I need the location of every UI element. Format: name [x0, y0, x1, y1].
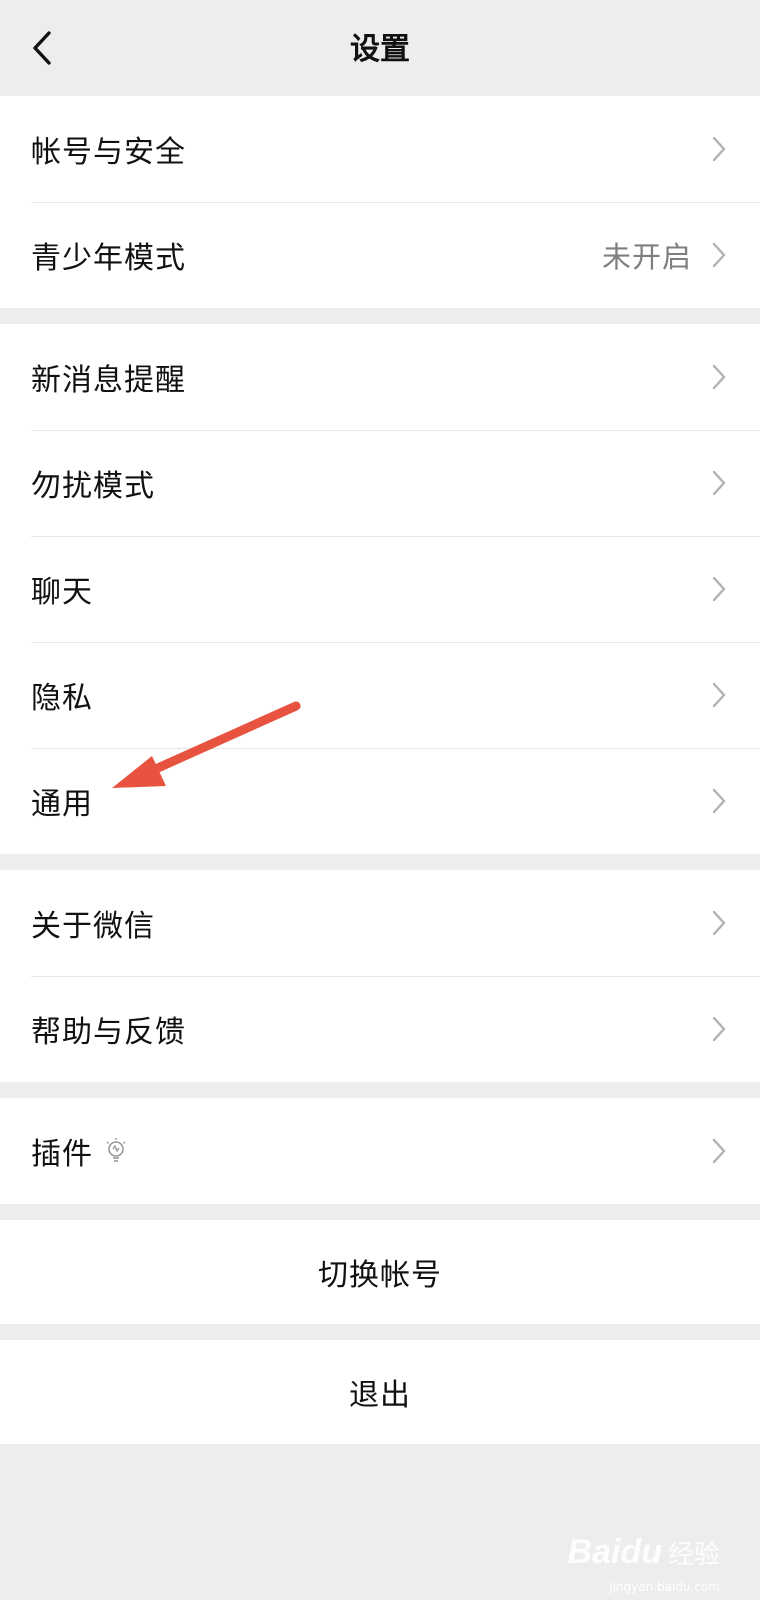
setting-item-value: 未开启	[601, 240, 692, 274]
setting-item-label: 聊天	[31, 575, 93, 610]
setting-item-account-security[interactable]: 帐号与安全	[0, 96, 760, 202]
setting-item-about-wechat[interactable]: 关于微信	[0, 870, 760, 976]
page-title: 设置	[350, 32, 410, 67]
setting-item-label: 关于微信	[31, 909, 155, 944]
chevron-right-icon	[712, 240, 730, 270]
watermark-brand: Baidu	[567, 1533, 662, 1571]
setting-item-notifications[interactable]: 新消息提醒	[0, 324, 760, 430]
watermark-url: jingyan.baidu.com	[609, 1580, 720, 1594]
chevron-right-icon	[712, 468, 730, 498]
annotation-arrow-icon	[112, 701, 301, 788]
baidu-watermark: Baidu 经验	[568, 1533, 720, 1572]
setting-item-label: 帐号与安全	[31, 135, 186, 170]
settings-group-about: 关于微信 帮助与反馈	[0, 870, 760, 1082]
chevron-right-icon	[712, 1136, 730, 1166]
switch-account-button[interactable]: 切换帐号	[0, 1220, 760, 1324]
setting-item-label: 帮助与反馈	[31, 1015, 186, 1050]
settings-group-plugins: 插件	[0, 1098, 760, 1204]
chevron-right-icon	[712, 786, 730, 816]
setting-item-label: 新消息提醒	[31, 363, 186, 398]
logout-button[interactable]: 退出	[0, 1340, 760, 1444]
switch-account-label: 切换帐号	[318, 1258, 442, 1293]
setting-item-teen-mode[interactable]: 青少年模式 未开启	[0, 202, 760, 308]
setting-item-plugins[interactable]: 插件	[0, 1098, 760, 1204]
chevron-right-icon	[712, 574, 730, 604]
setting-item-label: 隐私	[31, 681, 93, 716]
setting-item-do-not-disturb[interactable]: 勿扰模式	[0, 430, 760, 536]
logout-label: 退出	[349, 1378, 411, 1413]
chevron-right-icon	[712, 1014, 730, 1044]
watermark-sub: 经验	[667, 1540, 720, 1570]
setting-item-label: 通用	[31, 787, 93, 822]
setting-item-label: 插件	[31, 1137, 93, 1172]
chevron-right-icon	[712, 680, 730, 710]
setting-item-label: 勿扰模式	[31, 469, 155, 504]
chevron-right-icon	[712, 362, 730, 392]
chevron-right-icon	[712, 134, 730, 164]
nav-bar: 设置	[0, 0, 760, 96]
setting-item-chat[interactable]: 聊天	[0, 536, 760, 642]
setting-item-help-feedback[interactable]: 帮助与反馈	[0, 976, 760, 1082]
settings-group-account: 帐号与安全 青少年模式 未开启	[0, 96, 760, 308]
chevron-right-icon	[712, 908, 730, 938]
lightbulb-icon	[105, 1136, 129, 1166]
setting-item-label: 青少年模式	[31, 241, 186, 276]
